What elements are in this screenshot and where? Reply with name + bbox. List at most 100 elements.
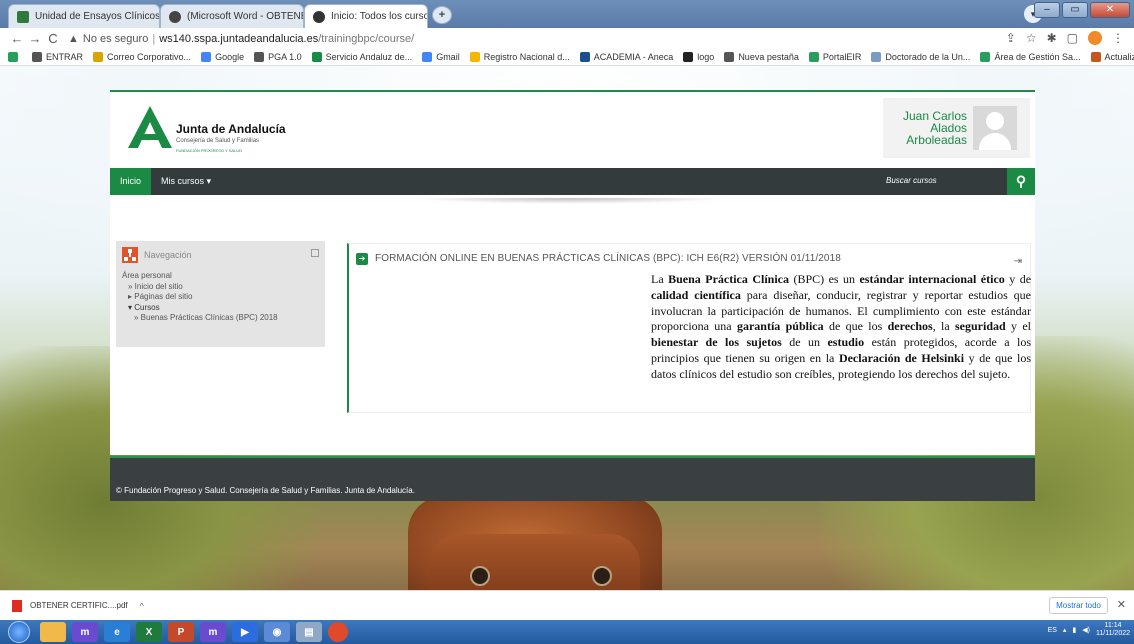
tray-arrow-icon[interactable]: ▴: [1063, 626, 1067, 634]
nav-tree-item-cursos[interactable]: ▾ Cursos: [122, 303, 278, 314]
download-item[interactable]: OBTENER CERTIFIC....pdf ^: [12, 599, 144, 612]
new-tab-button[interactable]: +: [432, 6, 452, 24]
browser-toolbar: ← → C ▲ No es seguro | ws140.sspa.juntad…: [0, 28, 1134, 49]
nav-home-link[interactable]: Inicio: [110, 168, 152, 195]
reload-icon[interactable]: C: [44, 31, 62, 46]
document-icon[interactable]: ▤: [296, 622, 322, 642]
logo-foundation: FUNDACIÓN PROGRESO Y SALUD: [176, 148, 243, 153]
navigation-block: Navegación Área personal » Inicio del si…: [116, 241, 325, 347]
summary-text: , la: [932, 319, 955, 334]
summary-bold-text: calidad científica: [651, 287, 741, 302]
site-footer: © Fundación Progreso y Salud. Consejería…: [110, 456, 1035, 501]
zoom-icon[interactable]: ▶: [232, 622, 258, 642]
address-bar[interactable]: ▲ No es seguro | ws140.sspa.juntadeandal…: [68, 33, 414, 45]
bookmark-item[interactable]: logo: [683, 52, 714, 62]
bookmark-item[interactable]: PortalEIR: [808, 52, 862, 62]
show-all-button[interactable]: Mostrar todo: [1049, 597, 1108, 614]
side-panel-icon[interactable]: ▢: [1067, 31, 1078, 45]
bookmark-item[interactable]: PGA 1.0: [254, 52, 302, 62]
mail-icon: [93, 52, 104, 62]
back-icon[interactable]: ←: [8, 31, 26, 46]
user-name[interactable]: Juan Carlos Alados Arboleadas: [883, 110, 973, 146]
summary-text: de que los: [823, 319, 888, 334]
bookmark-item[interactable]: Google: [201, 52, 244, 62]
aneca-icon: [579, 52, 590, 62]
bookmark-label: PGA 1.0: [268, 52, 302, 62]
app-icon[interactable]: m: [200, 622, 226, 642]
bookmark-label: Correo Corporativo...: [107, 52, 192, 62]
chevron-up-icon[interactable]: ^: [140, 601, 144, 611]
user-avatar[interactable]: [973, 106, 1017, 150]
maximize-button[interactable]: ▭: [1062, 2, 1088, 18]
forward-icon[interactable]: →: [26, 31, 44, 46]
app-icon[interactable]: m: [72, 622, 98, 642]
junta-icon: [311, 52, 322, 62]
bookmark-star-icon[interactable]: ☆: [1026, 31, 1037, 45]
network-icon[interactable]: ▮: [1072, 626, 1076, 634]
navbar-shadow: [410, 198, 730, 204]
google-icon: [422, 52, 433, 62]
bookmark-item[interactable]: Área de Gestión Sa...: [980, 52, 1081, 62]
toolbar-actions: ⇪ ☆ ✱ ▢ ⋮: [1006, 31, 1124, 45]
site-logo[interactable]: Junta de Andalucía Consejería de Salud y…: [128, 100, 308, 160]
bookmark-label: Google: [215, 52, 245, 62]
registry-icon: [469, 52, 480, 62]
bookmark-label: PortalEIR: [822, 52, 862, 62]
nav-tree-item-area-personal[interactable]: Área personal: [122, 271, 278, 282]
bookmark-item[interactable]: Registro Nacional d...: [469, 52, 570, 62]
bookmark-label: Registro Nacional d...: [483, 52, 570, 62]
globe-icon: [32, 52, 42, 62]
user-menu[interactable]: Juan Carlos Alados Arboleadas: [883, 98, 1030, 158]
start-button[interactable]: [8, 621, 30, 643]
download-filename: OBTENER CERTIFIC....pdf: [30, 601, 128, 610]
course-search-input[interactable]: Buscar cursos: [886, 176, 937, 185]
nav-my-courses-dropdown[interactable]: Mis cursos ▾: [151, 168, 221, 195]
health-icon: [980, 52, 991, 62]
file-explorer-icon[interactable]: [40, 622, 66, 642]
language-indicator[interactable]: ES: [1048, 627, 1057, 634]
university-icon: [871, 52, 882, 62]
browser-tab-active[interactable]: Inicio: Todos los cursos ✕: [304, 4, 428, 28]
summary-text: y de: [1004, 272, 1032, 286]
bookmark-item[interactable]: Doctorado de la Un...: [871, 52, 970, 62]
search-button[interactable]: ⚲: [1007, 168, 1035, 195]
warning-icon[interactable]: ▲: [68, 33, 79, 45]
bookmark-item[interactable]: ACADEMIA - Aneca: [579, 52, 673, 62]
nav-tree-item-paginas[interactable]: ▸ Páginas del sitio: [122, 292, 278, 303]
bookmark-item[interactable]: Gmail: [422, 52, 460, 62]
volume-icon[interactable]: ◀): [1082, 626, 1090, 634]
profile-avatar-icon[interactable]: [1088, 31, 1102, 45]
course-title-link[interactable]: FORMACIÓN ONLINE EN BUENAS PRÁCTICAS CLÍ…: [375, 253, 841, 264]
clock[interactable]: 11:14 11/11/2022: [1096, 622, 1130, 638]
menu-icon[interactable]: ⋮: [1112, 31, 1124, 45]
app-icon[interactable]: ◉: [264, 622, 290, 642]
tab-title: Unidad de Ensayos Clínicos en Fu: [35, 11, 160, 22]
course-enter-icon[interactable]: ➔: [356, 253, 368, 265]
navigation-tree: Área personal » Inicio del sitio ▸ Págin…: [122, 271, 278, 324]
close-downloads-icon[interactable]: ✕: [1117, 598, 1126, 611]
close-window-button[interactable]: ✕: [1090, 2, 1130, 18]
internet-explorer-icon[interactable]: e: [104, 622, 130, 642]
minimize-button[interactable]: –: [1034, 2, 1060, 18]
bookmark-label: Doctorado de la Un...: [885, 52, 971, 62]
chrome-icon[interactable]: [328, 622, 348, 642]
pdf-file-icon: [12, 599, 22, 612]
nav-tree-item-course-bpc[interactable]: » Buenas Prácticas Clínicas (BPC) 2018: [122, 313, 278, 324]
enrol-icon[interactable]: ⇥: [1014, 256, 1022, 267]
site-navbar: Inicio Mis cursos ▾ Buscar cursos ⚲: [110, 168, 1035, 195]
excel-icon[interactable]: X: [136, 622, 162, 642]
browser-tab[interactable]: Unidad de Ensayos Clínicos en Fu ✕: [8, 4, 160, 28]
extensions-icon[interactable]: ✱: [1047, 31, 1057, 45]
browser-tab[interactable]: (Microsoft Word - OBTENER CERT ✕: [160, 4, 304, 28]
bookmark-item[interactable]: Servicio Andaluz de...: [311, 52, 412, 62]
nav-tree-item-inicio[interactable]: » Inicio del sitio: [122, 282, 278, 293]
bookmark-item[interactable]: Actualización Vacun...: [1090, 52, 1134, 62]
bookmark-item[interactable]: ENTRAR: [32, 52, 83, 62]
navigation-header: Navegación: [122, 247, 192, 263]
dock-block-icon[interactable]: [311, 249, 319, 257]
bookmark-item[interactable]: Nueva pestaña: [724, 52, 799, 62]
bookmark-item[interactable]: Correo Corporativo...: [93, 52, 191, 62]
share-icon[interactable]: ⇪: [1006, 31, 1016, 45]
apps-icon[interactable]: [8, 52, 22, 62]
powerpoint-icon[interactable]: P: [168, 622, 194, 642]
